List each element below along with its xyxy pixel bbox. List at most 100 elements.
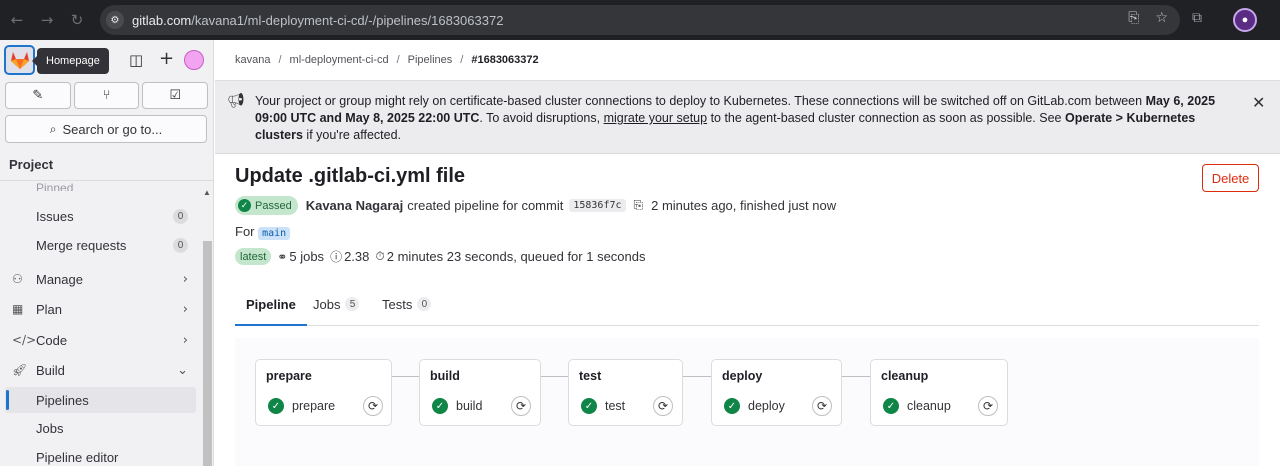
forward-icon[interactable]: → [36,9,58,31]
issues-count-badge: 0 [173,208,188,224]
breadcrumb-user[interactable]: kavana [235,54,270,66]
job-test[interactable]: ✓ test [581,398,625,414]
toggle-sidebar-icon[interactable]: ◫ [129,51,143,69]
search-button[interactable]: ⌕ Search or go to... [5,115,207,143]
sidebar-item-pipelines[interactable]: Pipelines [5,387,196,413]
sidebar-item-label: Manage [36,271,83,287]
retry-icon[interactable]: ⟳ [363,396,383,416]
close-icon[interactable]: ✕ [1252,93,1265,112]
site-info-icon[interactable]: ⚙ [106,11,124,29]
rocket-icon: 🚀︎ [12,363,28,377]
alert-message: Your project or group might rely on cert… [255,94,1216,142]
sidebar-item-jobs[interactable]: Jobs [0,415,200,441]
merge-requests-count-badge: 0 [173,237,188,253]
migrate-setup-link[interactable]: migrate your setup [604,111,708,125]
jobs-count-text: 5 jobs [289,249,325,264]
user-avatar[interactable] [184,50,204,70]
sidebar-item-pipeline-editor[interactable]: Pipeline editor [0,444,200,466]
check-circle-icon: ✓ [238,199,251,212]
timer-icon: ⏱ [375,249,385,263]
issues-shortcut-icon[interactable]: ✎ [5,82,71,109]
sidebar-item-label: Pipeline editor [36,449,119,465]
tab-label: Jobs [313,296,341,312]
stage-connector [683,376,711,377]
compute-icon: ⓘ [330,250,343,264]
profile-avatar[interactable]: ● [1233,8,1257,32]
address-bar[interactable]: ⚙ gitlab.com/kavana1/ml-deployment-ci-cd… [100,5,1180,35]
install-app-icon[interactable]: ⎘ [1128,10,1139,26]
scrollbar-thumb[interactable] [203,241,212,466]
scroll-up-icon[interactable]: ▲ [203,188,211,197]
sidebar-item-label: Issues [36,208,74,224]
check-circle-icon: ✓ [432,398,448,414]
sidebar-item-merge-requests[interactable]: Merge requests 0 [0,232,200,258]
check-circle-icon: ✓ [268,398,284,414]
create-new-icon[interactable]: + [159,48,174,69]
extensions-icon[interactable]: ⧉ [1192,10,1202,26]
chevron-right-icon: › [182,301,188,317]
tests-count-badge: 0 [417,297,432,311]
stage-deploy: deploy ✓ deploy ⟳ [711,359,842,426]
retry-icon[interactable]: ⟳ [511,396,531,416]
job-cleanup[interactable]: ✓ cleanup [883,398,951,414]
sidebar-item-build[interactable]: 🚀︎ Build ⌄ [0,357,200,383]
stage-build: build ✓ build ⟳ [419,359,541,426]
stage-name: prepare [266,369,312,383]
stage-connector [392,376,419,377]
sidebar-shortcuts: ✎ ⑂ ☑ [5,82,209,109]
todos-shortcut-icon[interactable]: ☑ [142,82,209,109]
reload-icon[interactable]: ↻ [66,9,88,31]
copy-icon[interactable]: ⎘ [634,198,644,213]
retry-icon[interactable]: ⟳ [812,396,832,416]
megaphone-icon: 📢︎ [227,93,245,109]
chevron-right-icon: › [182,332,188,348]
stage-cleanup: cleanup ✓ cleanup ⟳ [870,359,1008,426]
retry-icon[interactable]: ⟳ [978,396,998,416]
sidebar-section-title: Project [9,157,54,172]
sidebar-scrollbar[interactable]: ▲ [201,188,213,466]
stage-prepare: prepare ✓ prepare ⟳ [255,359,392,426]
tab-pipeline[interactable]: Pipeline [235,283,307,326]
compute-text: 2.38 [344,249,370,264]
job-deploy[interactable]: ✓ deploy [724,398,785,414]
merge-requests-shortcut-icon[interactable]: ⑂ [73,82,140,109]
main-content: kavana / ml-deployment-ci-cd / Pipelines… [215,40,1280,466]
time-text: 2 minutes ago, finished just now [651,198,837,213]
bookmark-star-icon[interactable]: ☆ [1155,10,1168,26]
pipeline-stats: latest ⚭ 5 jobs ⓘ 2.38 ⏱ 2 minutes 23 se… [235,248,646,265]
sidebar-item-code[interactable]: </> Code › [0,327,200,353]
branch-line: For main [235,224,291,240]
sidebar-item-issues[interactable]: Issues 0 [0,203,200,229]
stage-test: test ✓ test ⟳ [568,359,683,426]
sidebar: Homepage ◫ + ✎ ⑂ ☑ ⌕ Search or go to... … [0,40,214,466]
breadcrumb-project[interactable]: ml-deployment-ci-cd [290,54,389,66]
url-text: gitlab.com/kavana1/ml-deployment-ci-cd/-… [132,12,504,28]
sidebar-divider [0,180,213,181]
sidebar-item-plan[interactable]: ▦ Plan › [0,296,200,322]
author-link[interactable]: Kavana Nagaraj [306,198,404,213]
pinned-header[interactable]: Pinned [36,181,73,191]
retry-icon[interactable]: ⟳ [653,396,673,416]
tab-jobs[interactable]: Jobs 5 [313,283,360,325]
breadcrumb-current[interactable]: #1683063372 [471,54,538,66]
back-icon[interactable]: ← [6,9,28,31]
pipeline-graph: prepare ✓ prepare ⟳ build ✓ build ⟳ test… [235,338,1259,466]
breadcrumb-separator: / [278,54,282,66]
job-prepare[interactable]: ✓ prepare [268,398,335,414]
manage-icon: ⚇ [12,272,23,286]
search-label: Search or go to... [62,121,163,137]
stage-name: deploy [722,369,763,383]
job-name: prepare [292,399,336,413]
sidebar-item-manage[interactable]: ⚇ Manage › [0,266,200,292]
branch-ref[interactable]: main [258,227,291,240]
status-badge[interactable]: ✓ Passed [235,196,298,215]
delete-button[interactable]: Delete [1202,164,1259,192]
status-label: Passed [255,199,292,212]
code-icon: </> [12,333,37,347]
breadcrumb-pipelines[interactable]: Pipelines [408,54,453,66]
tab-tests[interactable]: Tests 0 [382,283,432,325]
gitlab-logo-button[interactable] [4,45,35,75]
job-build[interactable]: ✓ build [432,398,482,414]
homepage-tooltip: Homepage [32,48,109,74]
commit-sha[interactable]: 15836f7c [569,199,626,212]
